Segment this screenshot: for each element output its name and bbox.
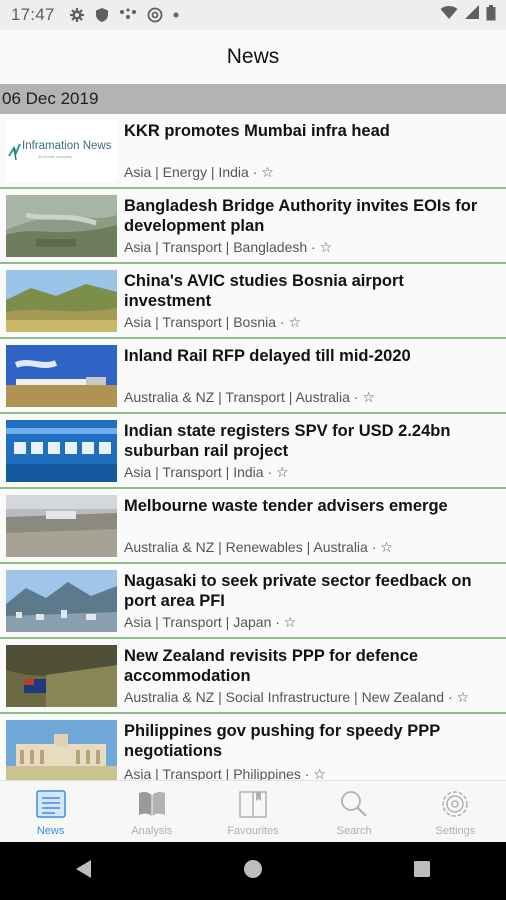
article-tags: Australia & NZ | Transport | Australia · [124,389,363,405]
article-meta: Australia & NZ | Social Infrastructure |… [124,689,469,706]
logo-text: Inframation News [22,140,112,152]
system-navigation-bar [0,842,506,900]
article-thumbnail [6,645,117,707]
tab-search[interactable]: Search [304,781,405,843]
article-title: Inland Rail RFP delayed till mid-2020 [124,347,411,365]
article-item[interactable]: Melbourne waste tender advisers emerge A… [0,489,506,564]
shield-status-icon [95,7,109,23]
favourite-star-icon[interactable]: ☆ [457,689,470,705]
article-title: KKR promotes Mumbai infra head [124,122,390,140]
article-title: Melbourne waste tender advisers emerge [124,497,448,515]
bottom-navigation: News Analysis Favourites Search Settings [0,780,506,843]
dot-status-icon [173,12,179,18]
article-meta: Australia & NZ | Renewables | Australia … [124,539,393,556]
tab-search-label: Search [336,825,372,837]
article-item[interactable]: Inland Rail RFP delayed till mid-2020 Au… [0,339,506,414]
article-item[interactable]: Nagasaki to seek private sector feedback… [0,564,506,639]
article-tags: Australia & NZ | Renewables | Australia … [124,539,381,555]
article-thumbnail [6,495,117,557]
favourite-star-icon[interactable]: ☆ [261,164,274,180]
article-title: Bangladesh Bridge Authority invites EOIs… [124,197,478,235]
status-time: 17:47 [11,5,55,24]
tab-news[interactable]: News [0,781,101,843]
home-icon[interactable] [242,858,264,885]
favourite-star-icon[interactable]: ☆ [320,239,333,255]
article-title: Philippines gov pushing for speedy PPP n… [124,722,440,760]
article-tags: Asia | Transport | Philippines · [124,766,314,780]
date-section-header: 06 Dec 2019 [0,84,506,114]
gear-icon [439,789,471,822]
article-meta: Asia | Transport | Japan · ☆ [124,614,296,631]
article-item[interactable]: Inframation News An Acuris company KKR p… [0,114,506,189]
page-title: News [226,45,280,68]
article-meta: Asia | Transport | Bosnia · ☆ [124,314,301,331]
tab-analysis-label: Analysis [131,825,173,837]
favourite-star-icon[interactable]: ☆ [276,464,289,480]
signal-icon [464,5,480,25]
at-sign-status-icon [147,7,163,23]
article-item[interactable]: Indian state registers SPV for USD 2.24b… [0,414,506,489]
favourite-star-icon[interactable]: ☆ [313,766,326,780]
article-meta: Asia | Transport | Philippines · ☆ [124,766,326,780]
bookmark-book-icon [237,789,269,822]
search-icon [338,789,370,822]
news-icon [35,789,67,822]
article-tags: Asia | Transport | Bosnia · [124,314,289,330]
article-tags: Asia | Energy | India · [124,164,262,180]
book-icon [136,789,168,822]
wifi-icon [440,5,458,25]
app-bar: News [0,30,506,84]
article-item[interactable]: New Zealand revisits PPP for defence acc… [0,639,506,714]
favourite-star-icon[interactable]: ☆ [284,614,297,630]
recents-icon[interactable] [411,858,433,885]
article-thumbnail [6,345,117,407]
gear-status-icon [69,7,85,23]
article-thumbnail [6,720,117,780]
battery-icon [486,4,496,26]
favourite-star-icon[interactable]: ☆ [362,389,375,405]
tab-analysis[interactable]: Analysis [101,781,202,843]
logo-subtext: An Acuris company [38,154,73,159]
article-tags: Australia & NZ | Social Infrastructure |… [124,689,457,705]
status-bar: 17:47 [0,0,506,30]
article-title: China's AVIC studies Bosnia airport inve… [124,272,404,310]
tab-settings-label: Settings [435,825,476,837]
article-title: Indian state registers SPV for USD 2.24b… [124,422,451,460]
article-thumbnail [6,195,117,257]
article-tags: Asia | Transport | India · [124,464,277,480]
article-meta: Asia | Transport | Bangladesh · ☆ [124,239,332,256]
article-tags: Asia | Transport | Bangladesh · [124,239,320,255]
article-list[interactable]: Inframation News An Acuris company KKR p… [0,114,506,780]
article-item[interactable]: Philippines gov pushing for speedy PPP n… [0,714,506,780]
article-title: Nagasaki to seek private sector feedback… [124,572,472,610]
article-meta: Asia | Energy | India · ☆ [124,164,274,181]
favourite-star-icon[interactable]: ☆ [288,314,301,330]
tab-news-label: News [36,825,65,837]
favourite-star-icon[interactable]: ☆ [380,539,393,555]
article-tags: Asia | Transport | Japan · [124,614,284,630]
article-thumbnail [6,270,117,332]
article-thumbnail [6,420,117,482]
back-icon[interactable] [73,858,95,885]
article-title: New Zealand revisits PPP for defence acc… [124,647,419,685]
article-thumbnail [6,570,117,632]
article-meta: Australia & NZ | Transport | Australia ·… [124,389,375,406]
dots-status-icon [119,7,137,23]
article-item[interactable]: China's AVIC studies Bosnia airport inve… [0,264,506,339]
tab-favourites[interactable]: Favourites [202,781,303,843]
article-meta: Asia | Transport | India · ☆ [124,464,289,481]
tab-favourites-label: Favourites [227,825,279,837]
article-thumbnail-logo: Inframation News An Acuris company [6,120,117,182]
tab-settings[interactable]: Settings [405,781,506,843]
article-item[interactable]: Bangladesh Bridge Authority invites EOIs… [0,189,506,264]
